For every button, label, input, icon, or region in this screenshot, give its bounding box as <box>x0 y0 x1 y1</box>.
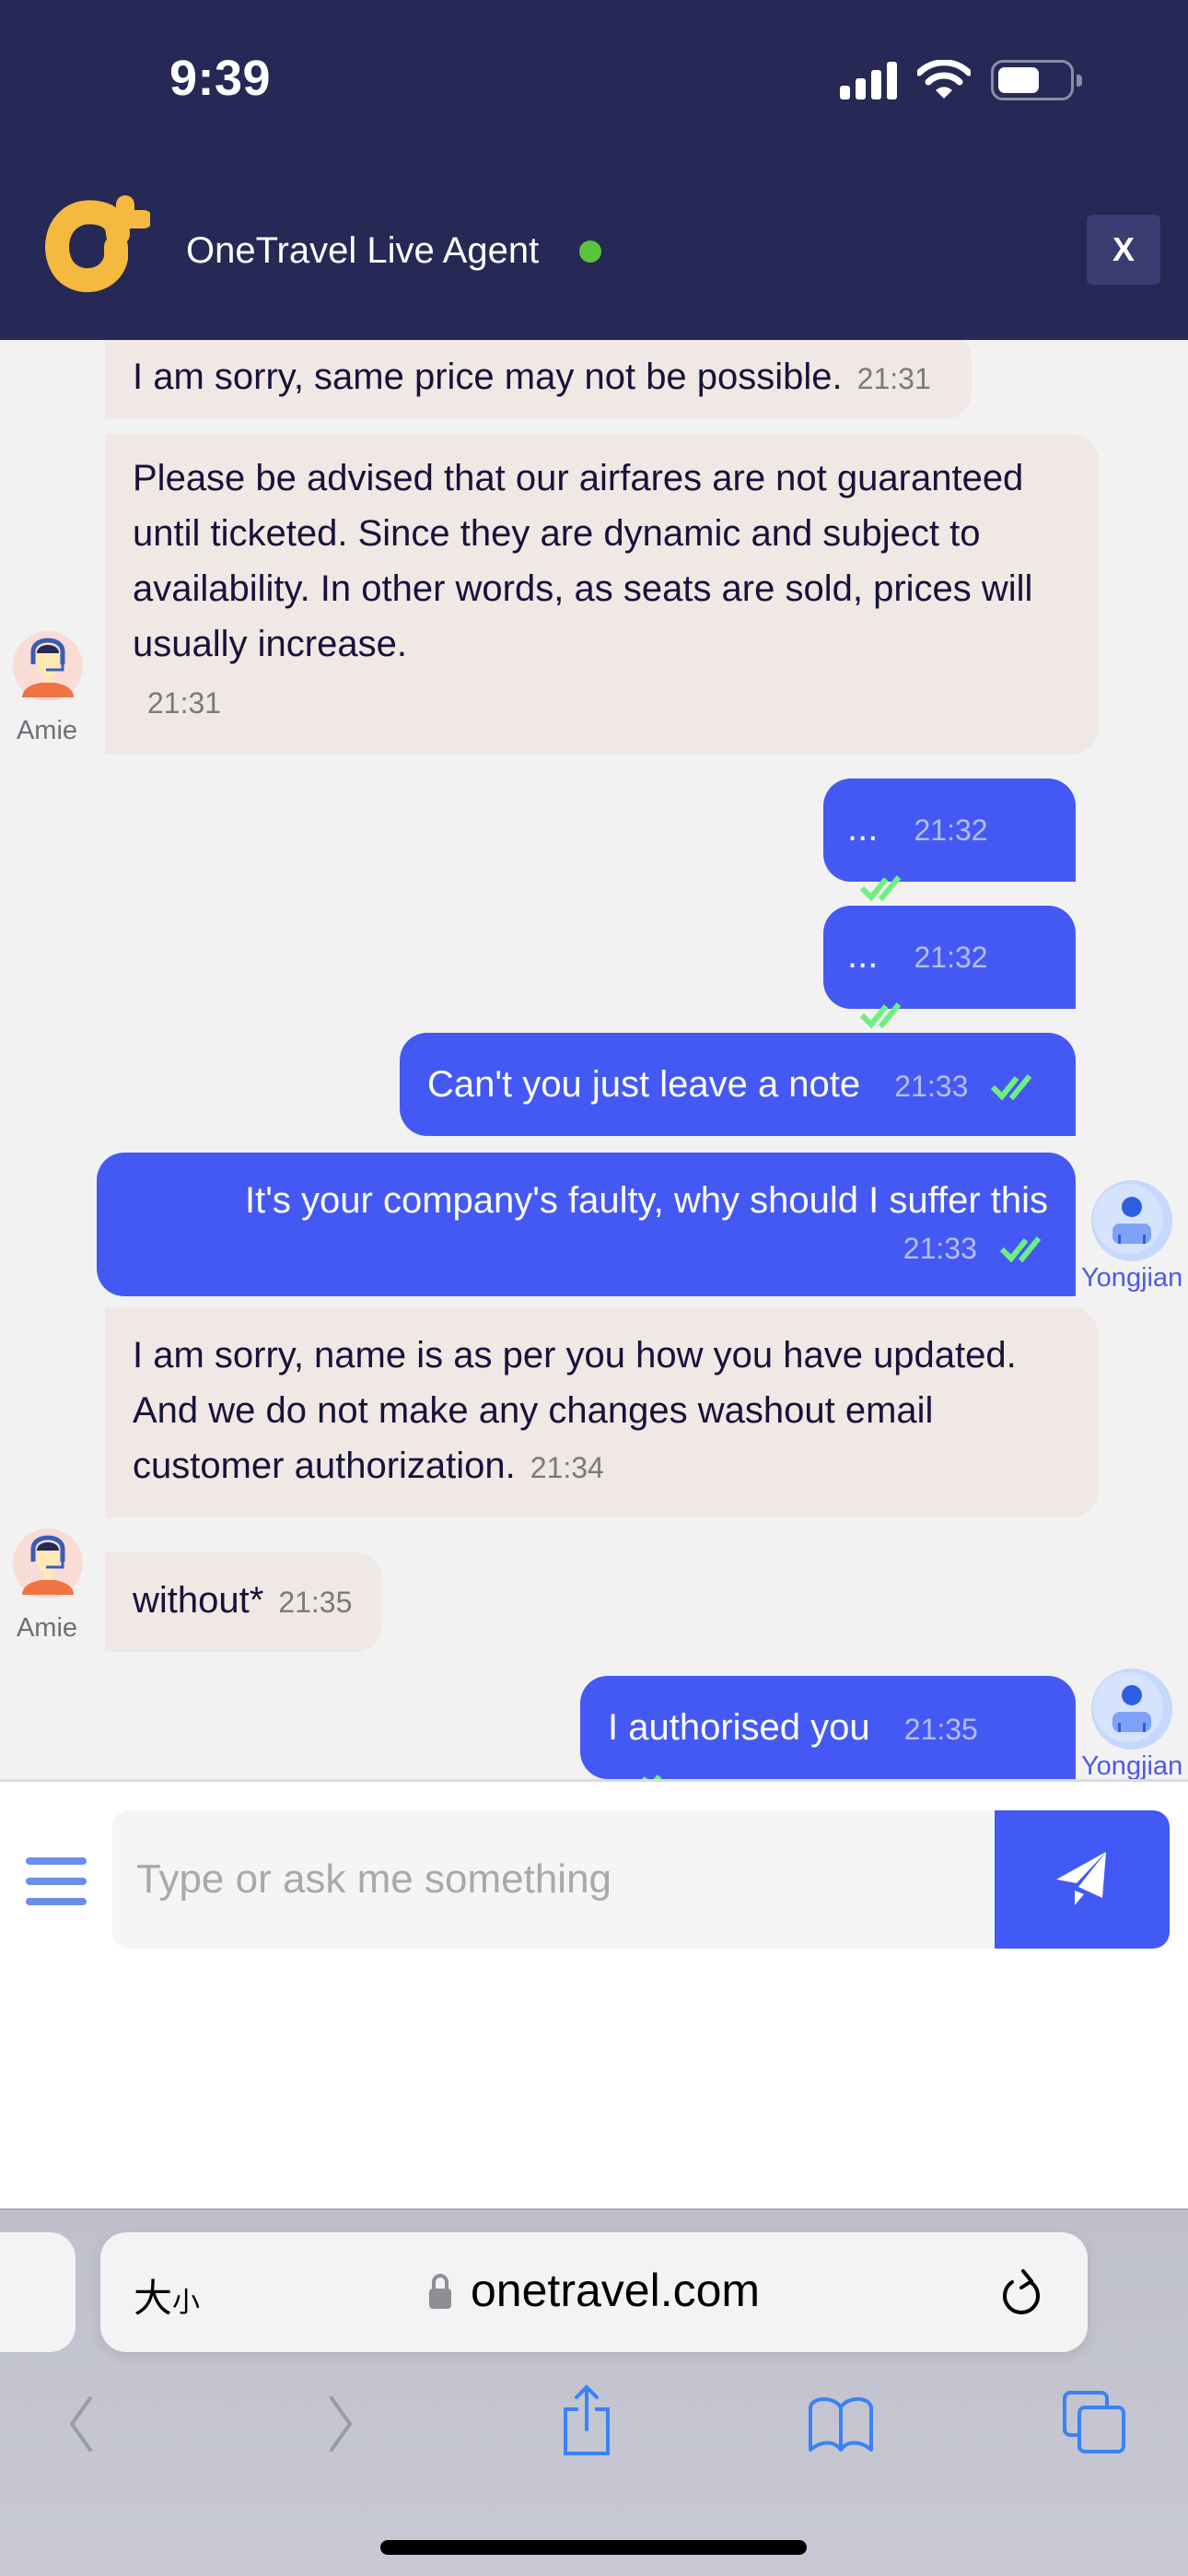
reload-icon[interactable] <box>997 2267 1045 2319</box>
lock-icon <box>429 2274 451 2309</box>
status-icons <box>840 59 1082 101</box>
message-time: 21:32 <box>914 814 988 847</box>
message-time: 21:33 <box>894 1070 969 1103</box>
message-time: 21:33 <box>903 1232 977 1265</box>
message-line: I am sorry, name is as per you how you h… <box>133 1335 1017 1376</box>
chat-message-list[interactable]: I am sorry, same price may not be possib… <box>0 340 1188 1779</box>
user-message: I authorised you 21:35 <box>580 1676 1076 1779</box>
browser-toolbar: 大小 onetravel.com <box>0 2208 1188 2576</box>
message-composer <box>0 1779 1188 2208</box>
agent-message: I am sorry, same price may not be possib… <box>105 340 972 419</box>
message-text: ... <box>847 808 879 849</box>
address-bar[interactable]: 大小 onetravel.com <box>100 2232 1088 2352</box>
text-size-button[interactable]: 大小 <box>134 2267 200 2324</box>
onetravel-logo-icon <box>45 195 150 293</box>
tabs-icon[interactable] <box>1061 2389 1127 2455</box>
message-text: I am sorry, same price may not be possib… <box>133 357 843 397</box>
message-time: 21:35 <box>278 1586 353 1619</box>
agent-name-label: Amie <box>16 716 78 745</box>
user-name-label: Yongjian <box>1081 1263 1183 1293</box>
battery-icon <box>991 60 1082 100</box>
agent-avatar-icon <box>13 631 83 701</box>
message-line: until ticketed. Since they are dynamic a… <box>133 513 981 554</box>
message-line: usually increase. <box>133 624 407 664</box>
message-time: 21:31 <box>856 362 931 395</box>
signal-icon <box>840 61 897 100</box>
message-time: 21:34 <box>530 1451 604 1484</box>
back-icon[interactable] <box>63 2395 99 2453</box>
wifi-icon <box>917 60 971 99</box>
chat-title: OneTravel Live Agent <box>186 230 540 271</box>
message-line: availability. In other words, as seats a… <box>133 568 1033 609</box>
message-text: It's your company's faulty, why should I… <box>245 1180 1048 1221</box>
user-avatar-icon <box>1091 1180 1172 1261</box>
agent-name-label: Amie <box>16 1613 78 1643</box>
agent-message: I am sorry, name is as per you how you h… <box>105 1307 1099 1517</box>
message-text: Can't you just leave a note <box>427 1064 861 1105</box>
bookmarks-icon[interactable] <box>807 2395 875 2453</box>
message-input[interactable] <box>112 1810 996 1949</box>
agent-message: Please be advised that our airfares are … <box>105 434 1099 755</box>
status-time: 9:39 <box>169 51 272 106</box>
agent-message: without* 21:35 <box>105 1552 382 1652</box>
message-line: And we do not make any changes washout e… <box>133 1390 934 1431</box>
read-receipt-icon <box>860 875 902 902</box>
share-icon[interactable] <box>560 2383 613 2457</box>
top-bar: 9:39 OneTravel Live Agent X <box>0 0 1188 340</box>
user-avatar-icon <box>1091 1669 1172 1750</box>
user-name-label: Yongjian <box>1081 1751 1183 1779</box>
message-text: without* <box>133 1580 264 1621</box>
paper-plane-icon <box>1056 1852 1106 1905</box>
online-status-indicator <box>579 240 601 263</box>
close-chat-button[interactable]: X <box>1087 215 1160 285</box>
url-text: onetravel.com <box>471 2265 761 2316</box>
message-text: I authorised you <box>608 1707 870 1748</box>
message-time: 21:35 <box>903 1713 978 1746</box>
user-message: ... 21:32 <box>823 906 1076 1029</box>
message-time: 21:31 <box>147 686 222 720</box>
user-message: It's your company's faulty, why should I… <box>97 1153 1076 1296</box>
message-line: Please be advised that our airfares are … <box>133 458 1024 498</box>
message-text: ... <box>847 935 879 976</box>
send-button[interactable] <box>995 1810 1170 1949</box>
agent-avatar-icon <box>13 1528 83 1598</box>
user-message: ... 21:32 <box>823 779 1076 902</box>
hamburger-menu-icon[interactable] <box>26 1857 87 1905</box>
forward-icon[interactable] <box>322 2395 359 2453</box>
read-receipt-icon <box>1000 1236 1042 1263</box>
home-indicator[interactable] <box>380 2540 807 2555</box>
read-receipt-icon <box>991 1074 1032 1101</box>
user-message: Can't you just leave a note 21:33 <box>400 1033 1076 1136</box>
read-receipt-icon <box>860 1002 902 1029</box>
previous-tab[interactable] <box>0 2232 76 2352</box>
message-time: 21:32 <box>914 941 988 974</box>
message-line: customer authorization. <box>133 1446 516 1486</box>
